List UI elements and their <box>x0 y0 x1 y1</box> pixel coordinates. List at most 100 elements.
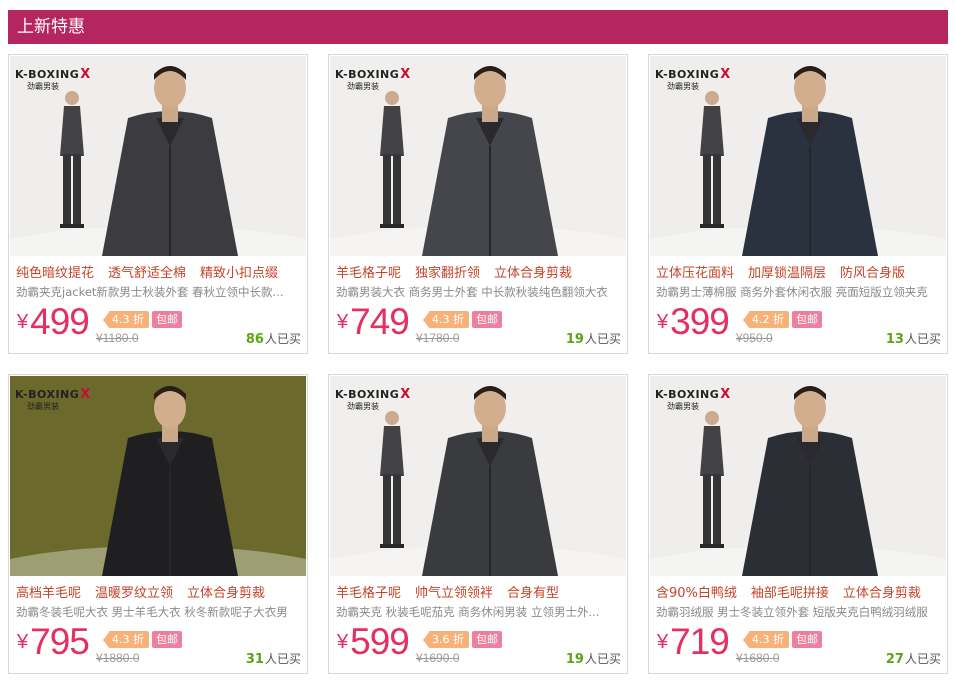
discount-badge: 4.3 折 <box>109 631 149 648</box>
brand-logo: K-BOXINGX 劲霸男装 <box>655 383 730 412</box>
brand-logo: K-BOXINGX 劲霸男装 <box>335 63 410 92</box>
price-value: 719 <box>670 621 730 662</box>
product-title[interactable]: 劲霸羽绒服 男士冬装立领外套 短版夹克白鸭绒羽绒服 <box>656 604 942 620</box>
currency-symbol: ¥ <box>17 631 29 653</box>
currency-symbol: ¥ <box>337 311 349 333</box>
price-value: 399 <box>670 301 730 342</box>
discount-badge: 4.2 折 <box>749 311 789 328</box>
man-dark-down-jacket-image[interactable]: K-BOXINGX 劲霸男装 <box>650 376 946 576</box>
discount-badges: 4.3 折 包邮 <box>103 631 182 648</box>
sold-label: 人已买 <box>264 652 301 666</box>
sold-count: 31人已买 <box>246 650 301 667</box>
feature-tag: 合身有型 <box>507 586 560 601</box>
original-price: ¥1680.0 <box>736 651 780 665</box>
product-card-5[interactable]: K-BOXINGX 劲霸男装 羊毛格子呢 帅气立领领袢 合身有型 劲霸夹克 秋装毛呢… <box>328 374 628 674</box>
original-price: ¥1180.0 <box>96 331 139 345</box>
brand-logo: K-BOXINGX 劲霸男装 <box>655 63 730 92</box>
brand-subtitle: 劲霸男装 <box>347 402 379 411</box>
feature-tag: 立体合身剪裁 <box>842 586 921 601</box>
sold-label: 人已买 <box>584 332 621 346</box>
brand-mark-icon: X <box>720 67 731 82</box>
product-features[interactable]: 高档羊毛呢 温暖罗纹立领 立体合身剪裁 <box>16 582 302 601</box>
feature-tag: 独家翻折领 <box>415 266 481 281</box>
feature-tag: 羊毛格子呢 <box>336 266 402 281</box>
brand-logo: K-BOXINGX 劲霸男装 <box>15 383 90 412</box>
feature-tag: 精致小扣点缀 <box>200 266 279 281</box>
sold-count: 86人已买 <box>246 330 301 347</box>
feature-tag: 袖部毛呢拼接 <box>750 586 829 601</box>
brand-subtitle: 劲霸男装 <box>27 82 59 91</box>
sold-label: 人已买 <box>904 332 941 346</box>
feature-tag: 立体合身剪裁 <box>494 266 573 281</box>
product-title[interactable]: 劲霸男装大衣 商务男士外套 中长款秋装纯色翻领大衣 <box>336 284 622 300</box>
sale-price: ¥719 <box>657 621 730 663</box>
man-grey-wool-coat-image[interactable]: K-BOXINGX 劲霸男装 <box>330 56 626 256</box>
product-features[interactable]: 羊毛格子呢 独家翻折领 立体合身剪裁 <box>336 262 622 281</box>
sold-count: 27人已买 <box>886 650 941 667</box>
currency-symbol: ¥ <box>17 311 29 333</box>
product-features[interactable]: 羊毛格子呢 帅气立领领袢 合身有型 <box>336 582 622 601</box>
man-dark-quilted-jacket-image[interactable]: K-BOXINGX 劲霸男装 <box>10 56 306 256</box>
currency-symbol: ¥ <box>657 631 669 653</box>
man-navy-padded-jacket-image[interactable]: K-BOXINGX 劲霸男装 <box>650 56 946 256</box>
feature-tag: 羊毛格子呢 <box>336 586 402 601</box>
product-title[interactable]: 劲霸夹克 秋装毛呢茄克 商务休闲男装 立领男士外... <box>336 604 622 620</box>
brand-name: K-BOXING <box>335 68 400 81</box>
free-shipping-badge: 包邮 <box>792 311 822 328</box>
sale-price: ¥499 <box>17 301 90 343</box>
feature-tag: 含90%白鸭绒 <box>656 586 737 601</box>
product-features[interactable]: 立体压花面料 加厚锁温隔层 防风合身版 <box>656 262 942 281</box>
sold-number: 13 <box>885 332 904 347</box>
original-price: ¥1690.0 <box>416 651 460 665</box>
brand-subtitle: 劲霸男装 <box>347 82 379 91</box>
brand-subtitle: 劲霸男装 <box>27 402 59 411</box>
product-card-4[interactable]: K-BOXINGX 劲霸男装 高档羊毛呢 温暖罗纹立领 立体合身剪裁 劲霸冬装毛呢大… <box>8 374 308 674</box>
free-shipping-badge: 包邮 <box>472 311 502 328</box>
discount-badges: 4.3 折 包邮 <box>743 631 822 648</box>
brand-mark-icon: X <box>80 67 91 82</box>
currency-symbol: ¥ <box>337 631 349 653</box>
product-card-1[interactable]: K-BOXINGX 劲霸男装 纯色暗纹提花 透气舒适全棉 精致小扣点缀 劲霸夹克ja… <box>8 54 308 354</box>
product-features[interactable]: 纯色暗纹提花 透气舒适全棉 精致小扣点缀 <box>16 262 302 281</box>
discount-badges: 4.3 折 包邮 <box>103 311 182 328</box>
sale-price: ¥399 <box>657 301 730 343</box>
sale-price: ¥599 <box>337 621 410 663</box>
sold-label: 人已买 <box>904 652 941 666</box>
feature-tag: 透气舒适全棉 <box>108 266 187 281</box>
sale-price: ¥749 <box>337 301 410 343</box>
sold-number: 86 <box>245 332 264 347</box>
sold-count: 19人已买 <box>566 330 621 347</box>
product-title[interactable]: 劲霸男士薄棉服 商务外套休闲衣服 亮面短版立领夹克 <box>656 284 942 300</box>
feature-tag: 温暖罗纹立领 <box>95 586 174 601</box>
free-shipping-badge: 包邮 <box>472 631 502 648</box>
original-price: ¥950.0 <box>736 331 773 345</box>
free-shipping-badge: 包邮 <box>792 631 822 648</box>
discount-badge: 4.3 折 <box>109 311 149 328</box>
man-charcoal-wool-jacket-image[interactable]: K-BOXINGX 劲霸男装 <box>330 376 626 576</box>
product-card-3[interactable]: K-BOXINGX 劲霸男装 立体压花面料 加厚锁温隔层 防风合身版 劲霸男士薄棉服… <box>648 54 948 354</box>
price-value: 795 <box>30 621 90 662</box>
product-card-6[interactable]: K-BOXINGX 劲霸男装 含90%白鸭绒 袖部毛呢拼接 立体合身剪裁 劲霸羽绒服… <box>648 374 948 674</box>
man-black-wool-coat-seated-image[interactable]: K-BOXINGX 劲霸男装 <box>10 376 306 576</box>
brand-name: K-BOXING <box>655 68 720 81</box>
brand-name: K-BOXING <box>655 388 720 401</box>
sold-count: 13人已买 <box>886 330 941 347</box>
section-title: 上新特惠 <box>8 10 948 44</box>
brand-subtitle: 劲霸男装 <box>667 82 699 91</box>
brand-logo: K-BOXINGX 劲霸男装 <box>15 63 90 92</box>
product-features[interactable]: 含90%白鸭绒 袖部毛呢拼接 立体合身剪裁 <box>656 582 942 601</box>
brand-logo: K-BOXINGX 劲霸男装 <box>335 383 410 412</box>
sale-price: ¥795 <box>17 621 90 663</box>
currency-symbol: ¥ <box>657 311 669 333</box>
discount-badges: 4.2 折 包邮 <box>743 311 822 328</box>
price-value: 599 <box>350 621 410 662</box>
sold-number: 31 <box>245 652 264 667</box>
brand-mark-icon: X <box>720 387 731 402</box>
feature-tag: 加厚锁温隔层 <box>748 266 827 281</box>
product-title[interactable]: 劲霸夹克jacket新款男士秋装外套 春秋立领中长款... <box>16 284 302 300</box>
product-title[interactable]: 劲霸冬装毛呢大衣 男士羊毛大衣 秋冬新款呢子大衣男 <box>16 604 302 620</box>
product-card-2[interactable]: K-BOXINGX 劲霸男装 羊毛格子呢 独家翻折领 立体合身剪裁 劲霸男装大衣 商… <box>328 54 628 354</box>
sold-number: 27 <box>885 652 904 667</box>
feature-tag: 纯色暗纹提花 <box>16 266 95 281</box>
feature-tag: 防风合身版 <box>840 266 906 281</box>
